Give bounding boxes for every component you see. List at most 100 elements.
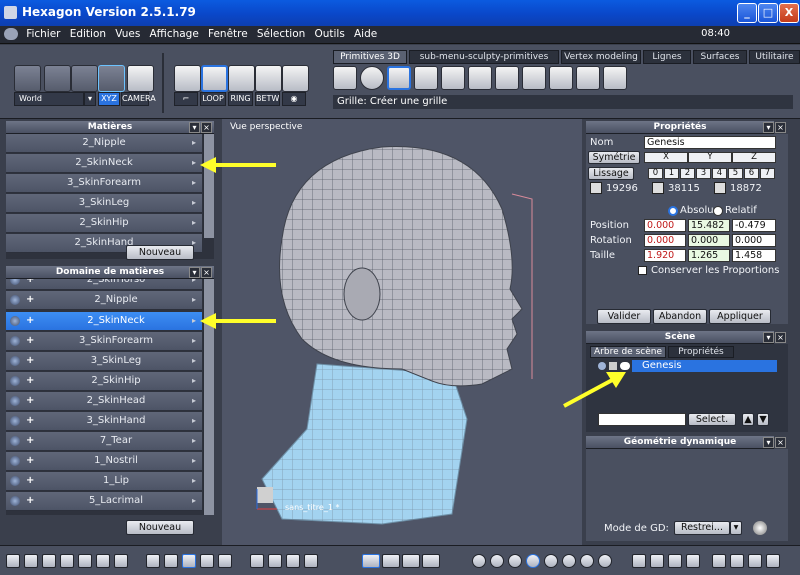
size-z[interactable]: 1.458 <box>732 249 776 262</box>
ghost-icon[interactable] <box>127 65 154 92</box>
tab-vertex-modeling[interactable]: Vertex modeling <box>561 50 641 64</box>
panel-close-icon[interactable]: × <box>775 122 786 133</box>
scene-tree-item[interactable]: Genesis <box>632 360 777 372</box>
ao-shading-icon[interactable] <box>598 554 612 568</box>
visibility-radio-icon[interactable] <box>10 456 20 466</box>
layout-three-icon[interactable] <box>96 554 110 568</box>
select-options-icon[interactable]: ◉ <box>282 92 306 106</box>
sphere-primitive-icon[interactable] <box>360 66 384 90</box>
tab-scene-tree[interactable]: Arbre de scène <box>590 346 666 358</box>
size-x[interactable]: 1.920 <box>644 249 686 262</box>
lit-shading-icon[interactable] <box>562 554 576 568</box>
visibility-radio-icon[interactable] <box>10 295 20 305</box>
perspective-icon[interactable] <box>712 554 726 568</box>
menu-fenetre[interactable]: Fenêtre <box>205 26 251 42</box>
gd-mode-dropdown-icon[interactable]: ▾ <box>730 521 742 535</box>
camera-button[interactable]: CAMERA <box>121 92 156 106</box>
position-z[interactable]: -0.479 <box>732 219 776 232</box>
symmetry-y[interactable]: Y <box>688 152 732 163</box>
grid-primitive-icon[interactable] <box>414 66 438 90</box>
list-item[interactable]: +3_SkinLeg ▸ <box>6 352 202 371</box>
move-gizmo-icon[interactable] <box>362 554 380 568</box>
xyz-button[interactable]: XYZ <box>98 92 120 106</box>
menu-outils[interactable]: Outils <box>311 26 347 42</box>
smoothing-button[interactable]: Lissage <box>588 167 634 180</box>
scene-select-field[interactable] <box>598 413 686 426</box>
grid-toggle-icon[interactable] <box>146 554 160 568</box>
cone-primitive-icon[interactable] <box>468 66 492 90</box>
materials-scrollbar[interactable] <box>203 134 214 238</box>
shadow-icon[interactable] <box>650 554 664 568</box>
panel-menu-icon[interactable]: ▾ <box>763 122 774 133</box>
rotation-z[interactable]: 0.000 <box>732 234 776 247</box>
list-item[interactable]: +7_Tear ▸ <box>6 432 202 451</box>
smoothing-level-5[interactable]: 5 <box>728 168 743 179</box>
tab-scene-properties[interactable]: Propriétés <box>668 346 734 358</box>
pan-icon[interactable] <box>268 554 282 568</box>
smoothing-level-0[interactable]: 0 <box>648 168 663 179</box>
gd-mode-select[interactable]: Restrei... <box>674 521 730 535</box>
panel-menu-icon[interactable]: ▾ <box>763 332 774 343</box>
textured-shading-icon[interactable] <box>544 554 558 568</box>
position-x[interactable]: 0.000 <box>644 219 686 232</box>
maximize-button[interactable]: □ <box>758 3 778 23</box>
tab-primitives-3d[interactable]: Primitives 3D <box>333 50 407 64</box>
visibility-radio-icon[interactable] <box>10 316 20 326</box>
panel-close-icon[interactable]: × <box>201 267 212 278</box>
panel-menu-icon[interactable]: ▾ <box>189 267 200 278</box>
scene-down-icon[interactable]: ▼ <box>757 413 769 426</box>
rotation-y[interactable]: 0.000 <box>688 234 730 247</box>
wire-smooth-shading-icon[interactable] <box>526 554 540 568</box>
smoothing-level-3[interactable]: 3 <box>696 168 711 179</box>
rotation-x[interactable]: 0.000 <box>644 234 686 247</box>
universal-gizmo-icon[interactable] <box>422 554 440 568</box>
minimize-button[interactable]: _ <box>737 3 757 23</box>
brush-select-icon[interactable]: ⌐ <box>174 92 198 106</box>
point-mode-icon[interactable] <box>174 65 201 92</box>
environment-icon[interactable] <box>686 554 700 568</box>
layout-four-icon[interactable] <box>114 554 128 568</box>
texture-view-icon[interactable] <box>200 554 214 568</box>
3d-viewport[interactable]: Vue perspective sans_titre_1 * <box>222 119 582 545</box>
xray-shading-icon[interactable] <box>580 554 594 568</box>
wire-shading-icon[interactable] <box>472 554 486 568</box>
list-item[interactable]: +1_Nostril ▸ <box>6 452 202 471</box>
visibility-radio-icon[interactable] <box>10 356 20 366</box>
smoothing-level-2[interactable]: 2 <box>680 168 695 179</box>
list-item-selected[interactable]: +2_SkinNeck ▸ <box>6 312 202 331</box>
plane-primitive-icon[interactable] <box>387 66 411 90</box>
zoom-fit-icon[interactable] <box>250 554 264 568</box>
tab-lignes[interactable]: Lignes <box>643 50 691 64</box>
layout-split-icon[interactable] <box>24 554 38 568</box>
edge-mode-icon[interactable] <box>228 65 255 92</box>
visibility-radio-icon[interactable] <box>10 416 20 426</box>
polyhedron-primitive-icon[interactable] <box>603 66 627 90</box>
eye-view-icon[interactable] <box>304 554 318 568</box>
list-item[interactable]: +5_Lacrimal ▸ <box>6 492 202 511</box>
rotate-gizmo-icon[interactable] <box>382 554 400 568</box>
betw-button[interactable]: BETW <box>255 92 280 106</box>
scene-select-button[interactable]: Select. <box>688 413 736 426</box>
app-menu-icon[interactable] <box>4 28 18 40</box>
list-item[interactable]: 3_SkinForearm ▸ <box>6 174 202 193</box>
menu-edition[interactable]: Edition <box>67 26 109 42</box>
menu-affichage[interactable]: Affichage <box>146 26 201 42</box>
paint-icon[interactable] <box>164 554 178 568</box>
loop-button[interactable]: LOOP <box>200 92 226 106</box>
visibility-radio-icon[interactable] <box>10 436 20 446</box>
visibility-radio-icon[interactable] <box>10 376 20 386</box>
cancel-button[interactable]: Abandon <box>653 309 707 324</box>
layout-vertical-icon[interactable] <box>60 554 74 568</box>
list-item[interactable]: +1_Lip ▸ <box>6 472 202 491</box>
cylinder-primitive-icon[interactable] <box>441 66 465 90</box>
panel-close-icon[interactable]: × <box>775 332 786 343</box>
scene-up-icon[interactable]: ▲ <box>742 413 754 426</box>
relative-radio[interactable] <box>713 206 723 216</box>
lasso-tool-icon[interactable] <box>44 65 71 92</box>
object-mode-icon[interactable] <box>255 65 282 92</box>
scale-gizmo-icon[interactable] <box>402 554 420 568</box>
close-button[interactable]: X <box>779 3 799 23</box>
menu-selection[interactable]: Sélection <box>254 26 308 42</box>
layout-horizontal-icon[interactable] <box>78 554 92 568</box>
light-icon[interactable] <box>632 554 646 568</box>
